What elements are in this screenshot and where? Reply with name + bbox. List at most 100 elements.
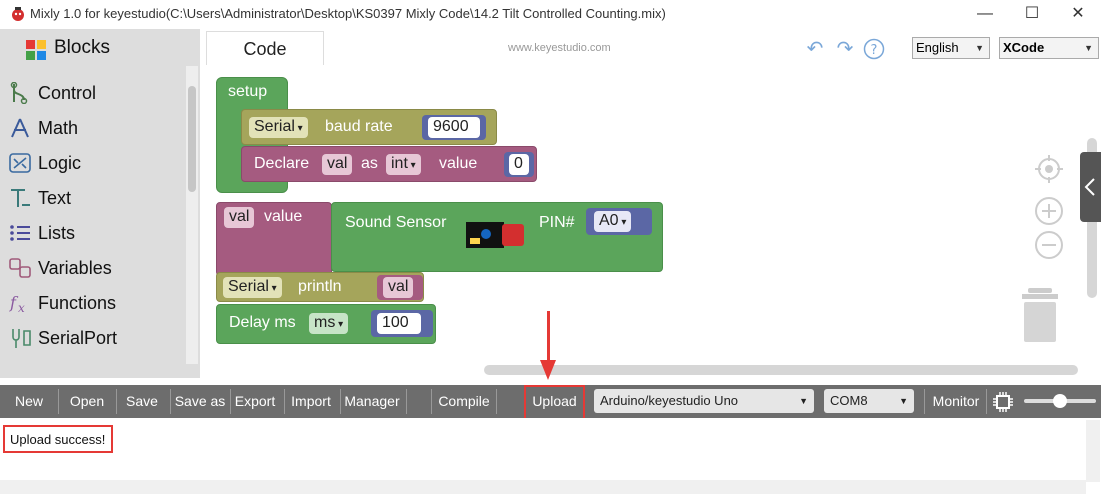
sidebar-item-logic[interactable]: Logic — [6, 145, 186, 180]
board-select-value: Arduino/keyestudio Uno — [600, 393, 739, 408]
watermark: www.keyestudio.com — [508, 42, 611, 54]
annotation-arrow-head — [540, 360, 556, 380]
sidebar-item-label: SerialPort — [38, 328, 118, 348]
assign-block[interactable]: val value — [216, 202, 332, 276]
sidebar-item-text[interactable]: Text — [6, 180, 186, 215]
tab-code[interactable]: Code — [206, 31, 324, 65]
board-select[interactable]: Arduino/keyestudio Uno ▼ — [594, 389, 814, 413]
save-as-button[interactable]: Save as — [172, 385, 228, 418]
sidebar-item-label: Variables — [38, 258, 112, 278]
help-icon[interactable]: ? — [863, 38, 885, 60]
import-button[interactable]: Import — [286, 385, 336, 418]
declare-block[interactable]: Declare val as int value 0 — [241, 146, 537, 182]
window-title: Mixly 1.0 for keyestudio(C:\Users\Admini… — [30, 6, 666, 21]
print-serial-dropdown[interactable]: Serial — [223, 277, 282, 298]
sound-sensor-image-icon — [466, 222, 524, 248]
println-label: println — [298, 278, 342, 295]
init-value-field[interactable]: 0 — [509, 154, 529, 175]
print-variable-field[interactable]: val — [383, 277, 414, 298]
sidebar-item-variables[interactable]: Variables — [6, 250, 186, 285]
delay-label: Delay ms — [229, 314, 296, 331]
lists-icon — [10, 225, 30, 241]
upload-highlight-box — [524, 385, 585, 420]
sidebar-item-math[interactable]: Math — [6, 110, 186, 145]
functions-icon: fx — [9, 293, 25, 314]
delay-value-field[interactable]: 100 — [377, 313, 421, 334]
type-dropdown[interactable]: int — [386, 154, 421, 175]
toolbar-divider — [170, 389, 171, 414]
trash-icon[interactable] — [1020, 286, 1060, 344]
value-label: value — [439, 155, 478, 172]
assign-variable-field[interactable]: val — [224, 207, 255, 228]
code-mode-select[interactable]: XCode ▼ — [999, 37, 1099, 59]
new-button[interactable]: New — [4, 385, 54, 418]
variables-icon — [9, 258, 31, 278]
mixly-app-icon — [12, 7, 24, 21]
zoom-out-icon[interactable] — [1034, 230, 1064, 260]
toolbar-divider — [986, 389, 987, 414]
sidebar-item-functions[interactable]: fx Functions — [6, 285, 186, 320]
sound-sensor-label: Sound Sensor — [345, 214, 447, 231]
code-mode-select-value: XCode — [1003, 40, 1045, 55]
workspace-horizontal-scrollbar[interactable] — [484, 365, 1078, 375]
sidebar-item-label: Control — [38, 83, 97, 103]
sidebar-item-control[interactable]: Control — [6, 75, 186, 110]
language-select[interactable]: English ▼ — [912, 37, 990, 59]
port-select-value: COM8 — [830, 393, 868, 408]
variable-name-field[interactable]: val — [322, 154, 353, 175]
serial-println-block[interactable]: Serial println val — [216, 272, 424, 302]
open-button[interactable]: Open — [62, 385, 112, 418]
minimize-icon[interactable]: — — [962, 2, 1008, 26]
sidebar-item-label: Math — [38, 118, 79, 138]
maximize-icon[interactable]: ☐ — [1009, 2, 1055, 26]
zoom-in-icon[interactable] — [1034, 196, 1064, 226]
sidebar-item-label: Text — [38, 188, 72, 208]
export-button[interactable]: Export — [231, 385, 279, 418]
assign-value-label: value — [264, 208, 303, 225]
baud-value-field[interactable]: 9600 — [428, 117, 480, 138]
chevron-down-icon: ▼ — [899, 396, 908, 406]
toolbar-divider — [406, 389, 407, 414]
zoom-slider-thumb[interactable] — [1053, 394, 1067, 408]
sidebar-item-serialport[interactable]: SerialPort — [6, 320, 186, 355]
monitor-button[interactable]: Monitor — [928, 385, 984, 418]
output-highlight-box — [3, 425, 113, 453]
as-label: as — [361, 155, 378, 172]
save-button[interactable]: Save — [118, 385, 166, 418]
manager-button[interactable]: Manager — [342, 385, 402, 418]
delay-unit-dropdown[interactable]: ms — [309, 313, 349, 334]
toolbar-divider — [284, 389, 285, 414]
undo-icon[interactable]: ↶ — [805, 39, 825, 59]
setup-label: setup — [228, 83, 268, 100]
language-select-value: English — [916, 40, 959, 55]
annotation-arrow-line — [547, 311, 550, 363]
pin-label: PIN# — [539, 214, 575, 231]
sidebar-scrollbar-thumb[interactable] — [188, 86, 196, 192]
chip-icon[interactable] — [991, 390, 1015, 414]
pin-dropdown[interactable]: A0 — [594, 211, 632, 232]
text-icon — [11, 189, 30, 207]
sidebar-item-lists[interactable]: Lists — [6, 215, 186, 250]
output-vertical-scrollbar[interactable] — [1086, 420, 1100, 482]
math-icon — [11, 118, 29, 138]
close-icon[interactable]: ✕ — [1055, 2, 1101, 26]
output-horizontal-scrollbar[interactable] — [0, 480, 1086, 494]
serialport-icon — [12, 329, 31, 348]
sound-sensor-block[interactable]: Sound Sensor PIN# A0 — [331, 202, 663, 272]
flyout-toggle[interactable] — [1080, 152, 1101, 222]
control-icon — [10, 82, 28, 104]
puzzle-icon — [26, 40, 46, 60]
sidebar-item-label: Lists — [38, 223, 76, 243]
compile-button[interactable]: Compile — [434, 385, 494, 418]
port-select[interactable]: COM8 ▼ — [824, 389, 914, 413]
delay-block[interactable]: Delay ms ms 100 — [216, 304, 436, 344]
chevron-left-icon — [1084, 178, 1095, 196]
baud-rate-label: baud rate — [325, 118, 393, 135]
serial-baud-block[interactable]: Serial baud rate 9600 — [241, 109, 497, 145]
recenter-icon[interactable] — [1034, 154, 1064, 184]
logic-icon — [9, 153, 31, 173]
redo-icon[interactable]: ↷ — [835, 39, 855, 59]
declare-label: Declare — [254, 155, 310, 172]
sidebar-item-label: Functions — [38, 293, 117, 313]
serial-dropdown[interactable]: Serial — [249, 117, 308, 138]
